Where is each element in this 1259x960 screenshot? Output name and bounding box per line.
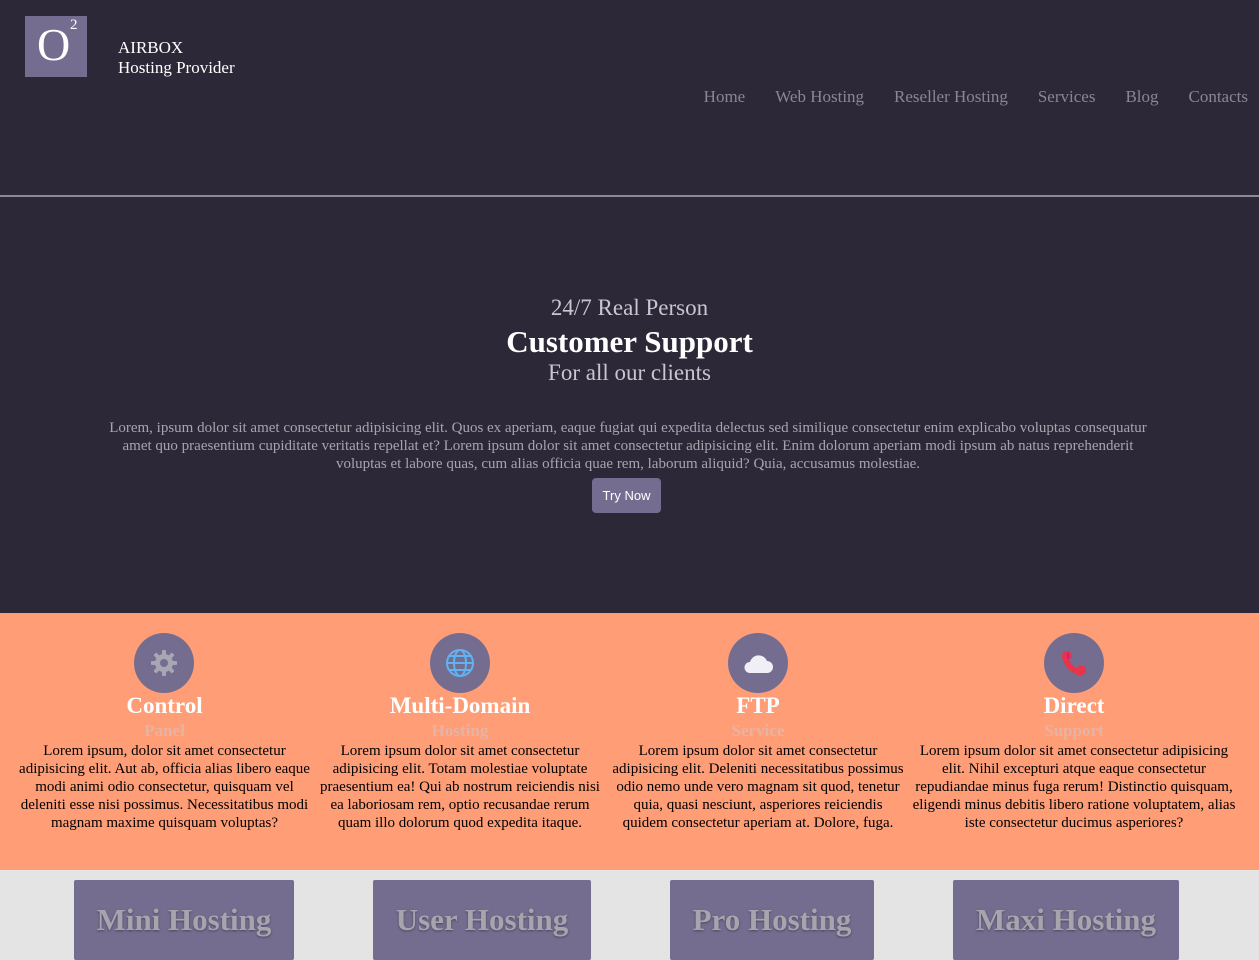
feature-title: Direct — [1043, 693, 1105, 718]
nav-contacts[interactable]: Contacts — [1189, 87, 1249, 107]
hero-pretitle: 24/7 Real Person — [550, 295, 709, 320]
feature-title: Control — [126, 693, 203, 718]
feature-title: FTP — [736, 693, 780, 718]
nav-web-hosting[interactable]: Web Hosting — [775, 87, 864, 107]
cloud-icon — [728, 633, 788, 693]
features-section: Control Panel Lorem ipsum, dolor sit ame… — [0, 613, 1259, 870]
feature-description: Lorem ipsum dolor sit amet consectetur a… — [320, 743, 600, 831]
hero-section: 24/7 Real Person Customer Support For al… — [0, 197, 1259, 613]
feature-description: Lorem ipsum dolor sit amet consectetur a… — [612, 743, 904, 831]
hero-title: Customer Support — [506, 324, 753, 359]
brand-name: AIRBOX — [118, 38, 184, 57]
plan-title: Maxi Hosting — [976, 902, 1156, 937]
try-now-button[interactable]: Try Now — [592, 478, 661, 513]
brand-tagline: Hosting Provider — [118, 58, 235, 77]
feature-direct-support: Direct Support Lorem ipsum dolor sit ame… — [912, 613, 1236, 870]
logo-letter: O — [37, 19, 71, 70]
feature-multi-domain-hosting: Multi-Domain Hosting Lorem ipsum dolor s… — [320, 613, 600, 870]
phone-icon — [1044, 633, 1104, 693]
brand: AIRBOX Hosting Provider — [118, 38, 235, 78]
plan-card-mini[interactable]: Mini Hosting — [74, 880, 294, 960]
feature-subtitle: Service — [731, 721, 785, 740]
hero-description: Lorem, ipsum dolor sit amet consectetur … — [109, 420, 1147, 472]
plans-section: Mini Hosting User Hosting Pro Hosting Ma… — [0, 870, 1259, 960]
feature-description: Lorem ipsum dolor sit amet consectetur a… — [912, 743, 1236, 831]
plan-card-maxi[interactable]: Maxi Hosting — [953, 880, 1179, 960]
feature-subtitle: Hosting — [431, 721, 489, 740]
feature-title: Multi-Domain — [389, 693, 531, 718]
plan-title: Mini Hosting — [96, 902, 272, 937]
nav-blog[interactable]: Blog — [1125, 87, 1158, 107]
feature-control-panel: Control Panel Lorem ipsum, dolor sit ame… — [14, 613, 315, 870]
nav-home[interactable]: Home — [704, 87, 746, 107]
gear-icon — [134, 633, 194, 693]
logo[interactable]: O 2 — [25, 16, 87, 77]
plan-card-pro[interactable]: Pro Hosting — [670, 880, 874, 960]
globe-icon — [430, 633, 490, 693]
plan-card-user[interactable]: User Hosting — [373, 880, 591, 960]
feature-subtitle: Support — [1044, 721, 1104, 740]
site-header: O 2 AIRBOX Hosting Provider Home Web Hos… — [0, 0, 1259, 197]
main-nav: Home Web Hosting Reseller Hosting Servic… — [704, 87, 1248, 107]
nav-services[interactable]: Services — [1038, 87, 1096, 107]
feature-ftp-service: FTP Service Lorem ipsum dolor sit amet c… — [612, 613, 904, 870]
plan-title: User Hosting — [395, 902, 569, 937]
feature-subtitle: Panel — [144, 721, 185, 740]
plan-title: Pro Hosting — [692, 902, 852, 937]
hero-subtitle: For all our clients — [548, 360, 711, 385]
nav-reseller-hosting[interactable]: Reseller Hosting — [894, 87, 1008, 107]
feature-description: Lorem ipsum, dolor sit amet consectetur … — [19, 743, 310, 831]
logo-superscript: 2 — [70, 17, 78, 33]
